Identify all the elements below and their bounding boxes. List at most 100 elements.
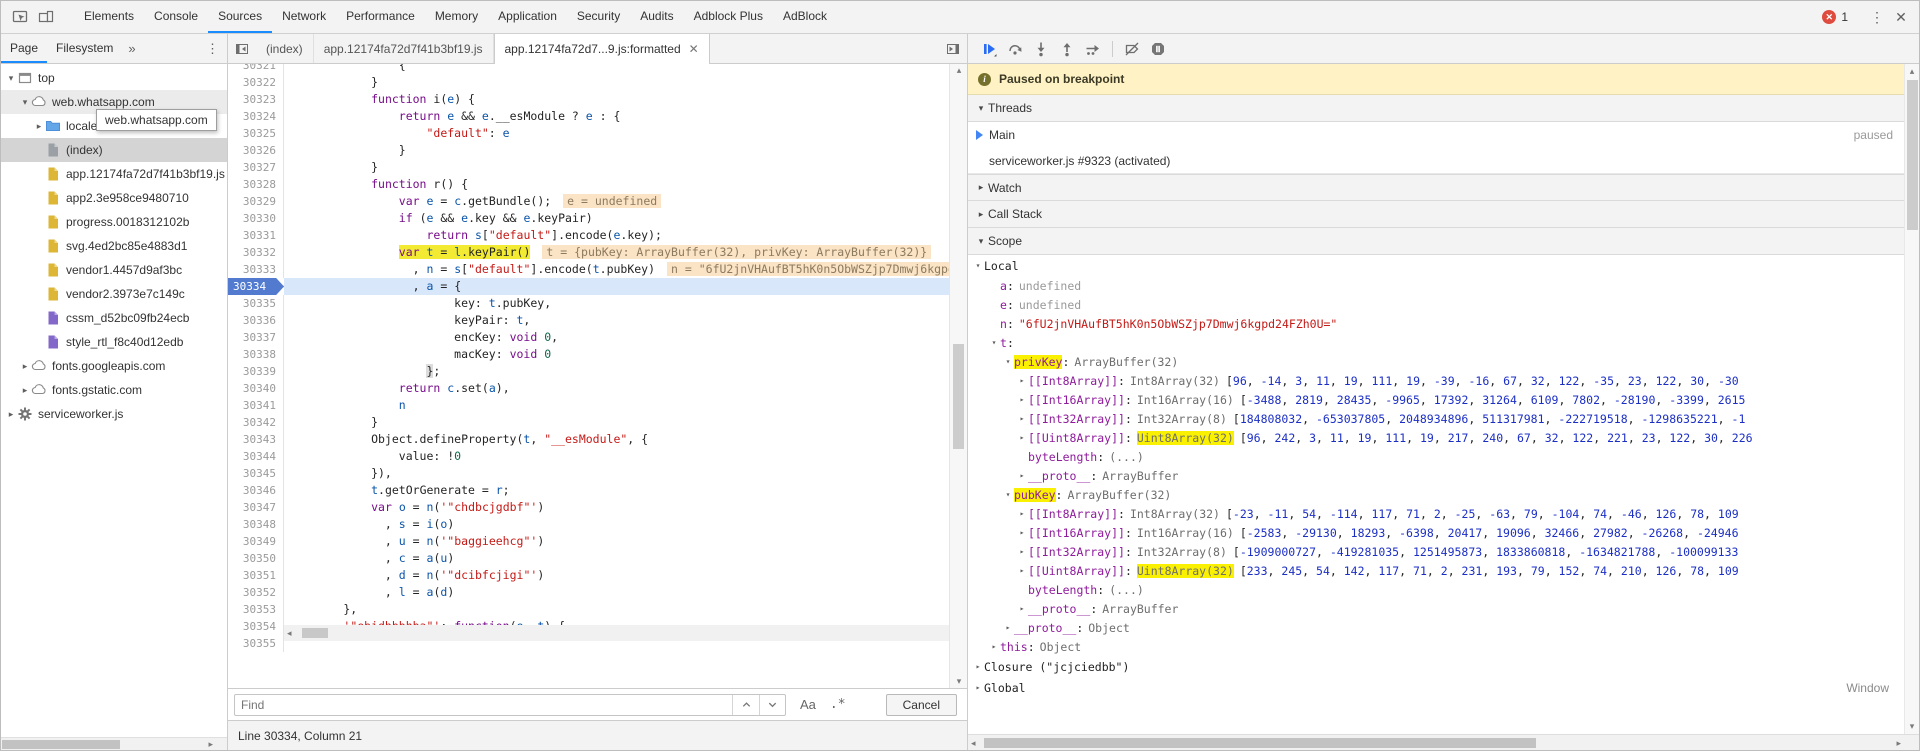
code-text[interactable]: } bbox=[284, 159, 949, 176]
chevron-right-icon[interactable]: ▸ bbox=[1016, 509, 1028, 518]
scope-row--uint8array-[interactable]: ▸[[Uint8Array]]:Uint8Array(32)[96, 242, … bbox=[968, 428, 1919, 447]
code-text[interactable]: macKey: void 0 bbox=[284, 346, 949, 363]
code-text[interactable]: { bbox=[284, 64, 949, 74]
chevron-down-icon[interactable]: ▾ bbox=[988, 338, 1000, 347]
deactivate-breakpoints-icon[interactable] bbox=[1119, 36, 1145, 62]
scope-row-this[interactable]: ▸this:Object bbox=[968, 637, 1919, 656]
tree-item-style-rtl-f8c40d12edb[interactable]: style_rtl_f8c40d12edb bbox=[1, 330, 227, 354]
scrollbar-thumb[interactable] bbox=[953, 344, 964, 449]
panel-tab-sources[interactable]: Sources bbox=[208, 1, 272, 33]
tree-item-svg-4ed2bc85e4883d1[interactable]: svg.4ed2bc85e4883d1 bbox=[1, 234, 227, 258]
line-number[interactable]: 30335 bbox=[228, 295, 284, 312]
code-text[interactable]: , c = a(u) bbox=[284, 550, 949, 567]
code-text[interactable]: , u = n('"baggieehcg"') bbox=[284, 533, 949, 550]
step-into-icon[interactable] bbox=[1028, 36, 1054, 62]
scope-row-e[interactable]: e:undefined bbox=[968, 295, 1919, 314]
thread-row-1[interactable]: Mainpaused bbox=[968, 122, 1919, 148]
panel-tab-network[interactable]: Network bbox=[272, 1, 336, 33]
code-text[interactable]: return s["default"].encode(e.key); bbox=[284, 227, 949, 244]
line-number[interactable]: 30321 bbox=[228, 64, 284, 74]
code-text[interactable]: var e = c.getBundle();e = undefined bbox=[284, 193, 949, 210]
code-text[interactable]: } bbox=[284, 414, 949, 431]
file-tab--index-[interactable]: (index) bbox=[256, 34, 314, 63]
line-number[interactable]: 30344 bbox=[228, 448, 284, 465]
scope-row--uint8array-[interactable]: ▸[[Uint8Array]]:Uint8Array(32)[233, 245,… bbox=[968, 561, 1919, 580]
code-text[interactable]: , n = s["default"].encode(t.pubKey)n = "… bbox=[284, 261, 949, 278]
scope-row-privkey[interactable]: ▾privKey:ArrayBuffer(32) bbox=[968, 352, 1919, 371]
scope-row--proto-[interactable]: ▸__proto__:ArrayBuffer bbox=[968, 599, 1919, 618]
chevron-right-icon[interactable]: ▸ bbox=[1016, 433, 1028, 442]
panel-tab-application[interactable]: Application bbox=[488, 1, 567, 33]
scroll-left-icon[interactable]: ◂ bbox=[971, 735, 976, 751]
code-text[interactable]: Object.defineProperty(t, "__esModule", { bbox=[284, 431, 949, 448]
chevron-down-icon[interactable]: ▾ bbox=[19, 97, 31, 108]
kebab-menu-icon[interactable]: ⋮ bbox=[1865, 5, 1889, 29]
code-text[interactable]: n bbox=[284, 397, 949, 414]
tree-item-cssm-d52bc09fb24ecb[interactable]: cssm_d52bc09fb24ecb bbox=[1, 306, 227, 330]
scope-row--int32array-[interactable]: ▸[[Int32Array]]:Int32Array(8)[184808032,… bbox=[968, 409, 1919, 428]
tab-filesystem[interactable]: Filesystem bbox=[47, 34, 122, 63]
regex-button[interactable]: .* bbox=[830, 697, 846, 712]
code-text[interactable]: , a = { bbox=[284, 278, 949, 295]
code-text[interactable]: , l = a(d) bbox=[284, 584, 949, 601]
panel-tab-audits[interactable]: Audits bbox=[630, 1, 683, 33]
code-text[interactable]: encKey: void 0, bbox=[284, 329, 949, 346]
scroll-up-icon[interactable]: ▴ bbox=[1905, 66, 1919, 77]
code-text[interactable]: }, bbox=[284, 601, 949, 618]
step-out-icon[interactable] bbox=[1054, 36, 1080, 62]
chevrons-right-icon[interactable]: » bbox=[124, 34, 139, 63]
scope-row--proto-[interactable]: ▸__proto__:ArrayBuffer bbox=[968, 466, 1919, 485]
line-number[interactable]: 30343 bbox=[228, 431, 284, 448]
line-number[interactable]: 30355 bbox=[228, 635, 284, 652]
scroll-right-icon[interactable]: ▸ bbox=[1896, 735, 1901, 751]
inspect-icon[interactable] bbox=[7, 4, 33, 30]
line-number[interactable]: 30332 bbox=[228, 244, 284, 261]
chevron-right-icon[interactable]: ▸ bbox=[1016, 604, 1028, 613]
chevron-right-icon[interactable]: ▸ bbox=[1016, 414, 1028, 423]
line-number[interactable]: 30348 bbox=[228, 516, 284, 533]
code-text[interactable]: }; bbox=[284, 363, 949, 380]
tree-item-fonts-googleapis-com[interactable]: ▸fonts.googleapis.com bbox=[1, 354, 227, 378]
code-text[interactable]: function i(e) { bbox=[284, 91, 949, 108]
find-next-icon[interactable] bbox=[759, 695, 785, 715]
scroll-left-icon[interactable]: ◂ bbox=[287, 625, 292, 641]
code-text[interactable]: return c.set(a), bbox=[284, 380, 949, 397]
thread-row-2[interactable]: serviceworker.js #9323 (activated) bbox=[968, 148, 1919, 174]
tree-item-progress-0018312102b[interactable]: progress.0018312102b bbox=[1, 210, 227, 234]
scrollbar-thumb[interactable] bbox=[1907, 80, 1918, 230]
scope-row--int16array-[interactable]: ▸[[Int16Array]]:Int16Array(16)[-3488, 28… bbox=[968, 390, 1919, 409]
editor-vscrollbar[interactable]: ▴ ▾ bbox=[949, 64, 967, 688]
pause-on-exceptions-icon[interactable] bbox=[1145, 36, 1171, 62]
tree-item-app2-3e958ce9480710[interactable]: app2.3e958ce9480710 bbox=[1, 186, 227, 210]
scope-section-global[interactable]: ▸GlobalWindow bbox=[968, 677, 1919, 698]
tree-item-app-12174fa72d7f41b3bf19-js[interactable]: app.12174fa72d7f41b3bf19.js bbox=[1, 162, 227, 186]
line-number[interactable]: 30345 bbox=[228, 465, 284, 482]
scroll-up-icon[interactable]: ▴ bbox=[950, 65, 968, 76]
file-tab-app-12174fa72d7f41b3bf19-js[interactable]: app.12174fa72d7f41b3bf19.js bbox=[314, 34, 494, 63]
line-number[interactable]: 30349 bbox=[228, 533, 284, 550]
scope-row--int16array-[interactable]: ▸[[Int16Array]]:Int16Array(16)[-2583, -2… bbox=[968, 523, 1919, 542]
scrollbar-thumb[interactable] bbox=[984, 738, 1536, 748]
debugger-vscrollbar[interactable]: ▴ ▾ bbox=[1904, 64, 1919, 734]
line-number[interactable]: 30353 bbox=[228, 601, 284, 618]
code-text[interactable]: value: !0 bbox=[284, 448, 949, 465]
code-text[interactable]: , s = i(o) bbox=[284, 516, 949, 533]
chevron-right-icon[interactable]: ▸ bbox=[1016, 376, 1028, 385]
line-number[interactable]: 30354 bbox=[228, 618, 284, 635]
step-over-icon[interactable] bbox=[1002, 36, 1028, 62]
line-number[interactable]: 30324 bbox=[228, 108, 284, 125]
chevron-right-icon[interactable]: ▸ bbox=[1016, 395, 1028, 404]
chevron-right-icon[interactable]: ▸ bbox=[1016, 471, 1028, 480]
panel-tab-memory[interactable]: Memory bbox=[425, 1, 488, 33]
scope-row-pubkey[interactable]: ▾pubKey:ArrayBuffer(32) bbox=[968, 485, 1919, 504]
section-call-stack[interactable]: ▸ Call Stack bbox=[968, 201, 1919, 228]
chevron-right-icon[interactable]: ▸ bbox=[5, 409, 17, 420]
line-number[interactable]: 30325 bbox=[228, 125, 284, 142]
chevron-down-icon[interactable]: ▾ bbox=[5, 73, 17, 84]
line-number[interactable]: 30336 bbox=[228, 312, 284, 329]
show-panel-icon[interactable] bbox=[939, 34, 967, 63]
panel-tab-console[interactable]: Console bbox=[144, 1, 208, 33]
line-number[interactable]: 30346 bbox=[228, 482, 284, 499]
chevron-down-icon[interactable]: ▾ bbox=[1002, 490, 1014, 499]
scrollbar-thumb[interactable] bbox=[2, 740, 120, 749]
